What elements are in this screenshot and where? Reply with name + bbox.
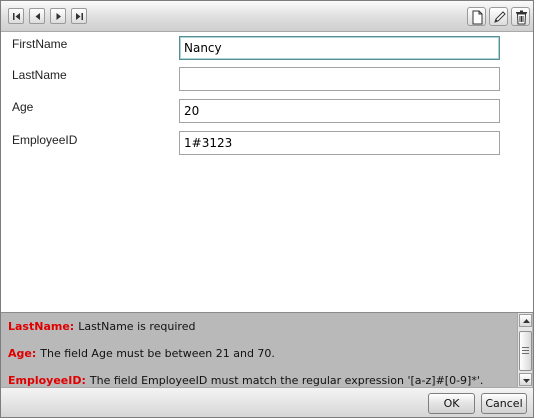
scroll-up-button[interactable] <box>519 314 532 327</box>
error-message: The field EmployeeID must match the regu… <box>89 374 484 387</box>
error-field-name: Age: <box>8 347 37 360</box>
firstname-label: FirstName <box>12 37 68 51</box>
first-record-icon <box>13 13 20 20</box>
cancel-button[interactable]: Cancel <box>481 393 527 414</box>
vertical-scrollbar[interactable] <box>517 313 532 387</box>
next-record-button[interactable] <box>50 8 66 24</box>
ok-button[interactable]: OK <box>428 393 475 414</box>
firstname-input[interactable] <box>179 36 500 60</box>
error-field-name: EmployeeID: <box>8 374 86 387</box>
new-document-icon <box>472 10 483 25</box>
age-label: Age <box>12 100 34 114</box>
validation-summary: LastName: LastName is required Age: The fi… <box>1 312 533 387</box>
scroll-up-arrow-icon <box>523 319 530 323</box>
error-field-name: LastName: <box>8 320 75 333</box>
error-message: LastName is required <box>78 320 196 333</box>
delete-record-button[interactable] <box>511 7 530 26</box>
dialog-footer: OK Cancel <box>1 387 533 417</box>
lastname-input[interactable] <box>179 67 500 91</box>
first-record-button[interactable] <box>8 8 24 24</box>
last-record-icon <box>76 13 83 20</box>
delete-trash-icon <box>516 10 527 25</box>
employeeid-input[interactable] <box>179 131 500 155</box>
employeeid-label: EmployeeID <box>12 133 78 147</box>
new-record-button[interactable] <box>467 7 486 26</box>
lastname-label: LastName <box>12 68 67 82</box>
scroll-down-button[interactable] <box>519 373 532 386</box>
scrollbar-thumb[interactable] <box>519 331 532 371</box>
validation-error-age[interactable]: Age: The field Age must be between 21 and… <box>8 347 275 360</box>
edit-pencil-icon <box>494 11 506 23</box>
last-record-button[interactable] <box>71 8 87 24</box>
data-form-window: FirstName LastName Age EmployeeID LastNa… <box>0 0 534 418</box>
previous-record-button[interactable] <box>29 8 45 24</box>
age-input[interactable] <box>179 99 500 123</box>
previous-record-icon <box>35 13 40 20</box>
next-record-icon <box>56 13 61 20</box>
data-form: FirstName LastName Age EmployeeID <box>1 32 533 308</box>
error-message: The field Age must be between 21 and 70. <box>40 347 275 360</box>
toolbar <box>1 1 533 32</box>
validation-error-employeeid[interactable]: EmployeeID: The field EmployeeID must mat… <box>8 374 483 387</box>
scroll-down-arrow-icon <box>523 379 530 383</box>
edit-record-button[interactable] <box>489 7 508 26</box>
validation-error-lastname[interactable]: LastName: LastName is required <box>8 320 195 333</box>
